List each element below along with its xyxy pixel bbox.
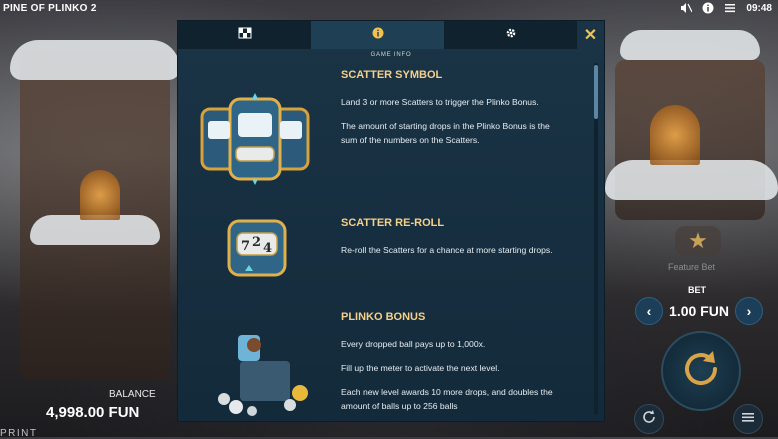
chevron-right-icon: › xyxy=(746,303,752,319)
feature-title: SCATTER SYMBOL xyxy=(341,69,443,81)
top-icons: 09:48 xyxy=(680,2,772,14)
tab-settings[interactable] xyxy=(444,21,577,49)
balance-label: BALANCE xyxy=(109,389,156,400)
info-icon[interactable] xyxy=(702,2,714,14)
top-bar: PINE OF PLINKO 2 09:48 xyxy=(0,0,778,18)
feature-paragraph: Re-roll the Scatters for a chance at mor… xyxy=(341,245,553,255)
spin-icon xyxy=(679,347,723,396)
feature-paragraph: The amount of starting drops in the Plin… xyxy=(341,121,550,145)
reroll-number-0: 7 xyxy=(241,239,250,254)
feature-scatter-reroll: SCATTER RE-ROLL Re-roll the Scatters for… xyxy=(341,217,556,267)
menu-icon xyxy=(741,410,755,429)
modal-scrollbar[interactable] xyxy=(594,63,598,415)
paytable-icon xyxy=(238,26,252,44)
tab-paytable[interactable] xyxy=(178,21,311,49)
game-title: PINE OF PLINKO 2 xyxy=(3,3,97,14)
feature-bet-button[interactable]: ★ xyxy=(675,226,721,256)
decrease-bet-button[interactable]: ‹ xyxy=(635,297,663,325)
clock-time: 09:48 xyxy=(746,2,772,14)
close-button[interactable]: ✕ xyxy=(577,21,604,49)
feature-paragraph: Land 3 or more Scatters to trigger the P… xyxy=(341,97,539,107)
print-text: PRINT xyxy=(0,428,38,439)
background-window-right xyxy=(650,105,700,165)
feature-scatter-symbol: SCATTER SYMBOL Land 3 or more Scatters t… xyxy=(341,69,556,157)
bet-label: BET xyxy=(688,285,706,295)
menu-button[interactable] xyxy=(733,404,763,434)
spin-button[interactable] xyxy=(661,331,741,411)
feature-plinko-bonus: PLINKO BONUS Every dropped ball pays up … xyxy=(341,311,556,423)
background-snow-right xyxy=(605,160,778,200)
bet-value: 1.00 FUN xyxy=(669,303,729,319)
game-info-modal: ✕ GAME INFO SCATTER SYMBOL Land 3 or mor… xyxy=(177,20,605,422)
reroll-number-2: 4 xyxy=(263,241,272,256)
section-heading: GAME INFO xyxy=(370,52,412,58)
star-icon: ★ xyxy=(688,228,708,253)
autoplay-button[interactable] xyxy=(634,404,664,434)
balance-value: 4,998.00 FUN xyxy=(46,404,140,421)
background-window-left xyxy=(80,170,120,220)
settings-icon xyxy=(505,26,517,44)
chevron-left-icon: ‹ xyxy=(646,303,652,319)
feature-bet-label: Feature Bet xyxy=(668,262,716,272)
background-snow-left xyxy=(10,40,180,80)
autoplay-icon xyxy=(641,409,657,430)
scatter-symbol-image xyxy=(200,93,310,185)
modal-tabs xyxy=(178,21,604,49)
feature-paragraph: Every dropped ball pays up to 1,000x. xyxy=(341,339,486,349)
reroll-number-1: 2 xyxy=(252,235,261,250)
feature-title: SCATTER RE-ROLL xyxy=(341,217,445,229)
background-snow-right-top xyxy=(620,30,760,60)
scatter-reroll-image: 7 2 4 xyxy=(225,219,289,277)
info-icon xyxy=(372,26,384,44)
menu-icon[interactable] xyxy=(724,2,736,14)
feature-paragraph: Fill up the meter to activate the next l… xyxy=(341,363,500,373)
tab-info[interactable] xyxy=(311,21,444,49)
scrollbar-thumb[interactable] xyxy=(594,65,598,119)
plinko-bonus-image xyxy=(210,327,310,419)
bet-control: ‹ 1.00 FUN › xyxy=(635,297,763,325)
feature-title: PLINKO BONUS xyxy=(341,311,426,323)
sound-off-icon[interactable] xyxy=(680,2,693,14)
increase-bet-button[interactable]: › xyxy=(734,297,763,325)
feature-paragraph: Each new level awards 10 more drops, and… xyxy=(341,387,553,411)
